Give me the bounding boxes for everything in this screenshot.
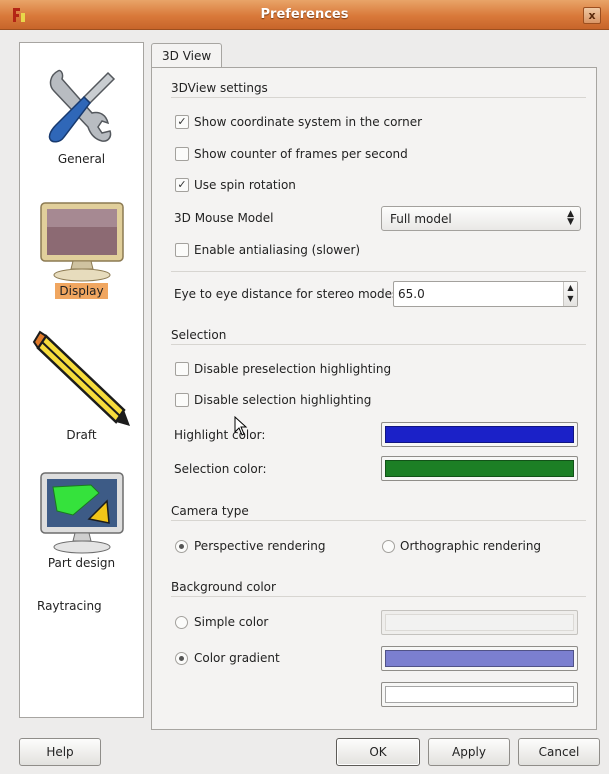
perspective-label: Perspective rendering <box>194 539 326 553</box>
sidebar-item-label: Display <box>55 283 108 299</box>
cancel-button[interactable]: Cancel <box>518 738 600 766</box>
group-divider <box>171 97 586 98</box>
spin-rotation-label: Use spin rotation <box>194 178 296 192</box>
sidebar-item-display[interactable]: Display <box>20 201 143 299</box>
ok-button[interactable]: OK <box>336 738 420 766</box>
close-icon: x <box>588 9 596 22</box>
monitor-icon <box>39 202 124 282</box>
title-bar: Preferences x <box>0 0 609 30</box>
disable-preselection-checkbox[interactable] <box>175 362 189 376</box>
help-button[interactable]: Help <box>19 738 101 766</box>
group-title-selection: Selection <box>171 328 227 342</box>
selection-color-fill <box>385 460 574 477</box>
combo-arrows-icon: ▲ ▼ <box>567 209 574 227</box>
group-divider <box>171 596 586 597</box>
disable-selection-checkbox[interactable] <box>175 393 189 407</box>
sidebar-item-label: Part design <box>47 556 116 570</box>
mouse-cursor-icon <box>234 416 248 436</box>
antialiasing-label: Enable antialiasing (slower) <box>194 243 361 257</box>
sidebar-item-label: Draft <box>66 428 97 442</box>
group-divider <box>171 344 586 345</box>
disable-preselection-label: Disable preselection highlighting <box>194 362 392 376</box>
eye-distance-label: Eye to eye distance for stereo modes: <box>174 287 403 301</box>
gradient-bottom-color-fill <box>385 686 574 703</box>
group-title-camera-type: Camera type <box>171 504 249 518</box>
settings-panel: 3DView settings ✓ Show coordinate system… <box>151 67 597 730</box>
eye-distance-value: 65.0 <box>398 287 425 301</box>
group-title-3dview-settings: 3DView settings <box>171 81 268 95</box>
mouse-model-label: 3D Mouse Model <box>174 211 274 225</box>
simple-color-button[interactable] <box>381 610 578 635</box>
spin-rotation-checkbox[interactable]: ✓ <box>175 178 189 192</box>
sidebar-item-label: General <box>57 152 106 166</box>
selection-color-label: Selection color: <box>174 462 267 476</box>
selection-color-button[interactable] <box>381 456 578 481</box>
orthographic-radio[interactable] <box>382 540 395 553</box>
show-coordinate-label: Show coordinate system in the corner <box>194 115 423 129</box>
antialiasing-checkbox[interactable] <box>175 243 189 257</box>
part-design-monitor-icon <box>39 472 124 554</box>
wrench-screwdriver-icon <box>48 69 115 143</box>
perspective-radio[interactable] <box>175 540 188 553</box>
simple-color-radio[interactable] <box>175 616 188 629</box>
close-button[interactable]: x <box>583 7 601 24</box>
eye-distance-spinbox[interactable]: 65.0 ▲ ▼ <box>393 281 578 307</box>
preferences-category-list: General Display Draft Part design Raytra… <box>19 42 144 718</box>
sidebar-item-part-design[interactable]: Part design <box>20 471 143 571</box>
gradient-bottom-color-button[interactable] <box>381 682 578 707</box>
sidebar-item-draft[interactable]: Draft <box>20 328 143 443</box>
show-fps-checkbox[interactable] <box>175 147 189 161</box>
sidebar-item-raytracing[interactable]: Raytracing <box>37 599 102 613</box>
mouse-model-select[interactable]: Full model ▲ ▼ <box>381 206 581 231</box>
show-coordinate-checkbox[interactable]: ✓ <box>175 115 189 129</box>
simple-color-fill <box>385 614 574 631</box>
highlight-color-fill <box>385 426 574 443</box>
color-gradient-label: Color gradient <box>194 651 280 665</box>
window-title: Preferences <box>260 7 349 22</box>
pencil-icon <box>32 330 130 426</box>
color-gradient-radio[interactable] <box>175 652 188 665</box>
highlight-color-label: Highlight color: <box>174 428 266 442</box>
apply-button[interactable]: Apply <box>428 738 510 766</box>
show-fps-label: Show counter of frames per second <box>194 147 408 161</box>
gradient-top-color-fill <box>385 650 574 667</box>
disable-selection-label: Disable selection highlighting <box>194 393 372 407</box>
spin-arrows-icon[interactable]: ▲ ▼ <box>563 282 577 306</box>
orthographic-label: Orthographic rendering <box>400 539 542 553</box>
sidebar-item-general[interactable]: General <box>20 63 143 167</box>
group-title-background-color: Background color <box>171 580 276 594</box>
group-divider <box>171 271 586 272</box>
mouse-model-value: Full model <box>390 212 452 226</box>
simple-color-label: Simple color <box>194 615 269 629</box>
checkmark-icon: ✓ <box>177 115 187 128</box>
highlight-color-button[interactable] <box>381 422 578 447</box>
checkmark-icon: ✓ <box>177 178 187 191</box>
gradient-top-color-button[interactable] <box>381 646 578 671</box>
group-divider <box>171 520 586 521</box>
tab-3d-view[interactable]: 3D View <box>151 43 222 68</box>
